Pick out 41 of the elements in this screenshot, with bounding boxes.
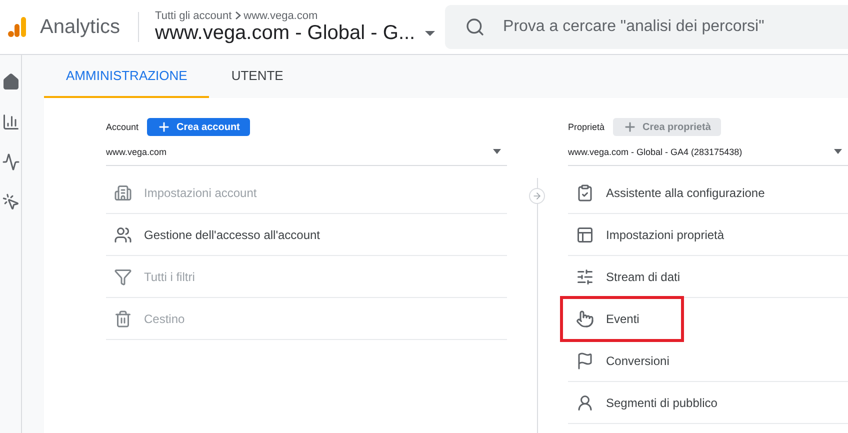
dropdown-arrow-icon	[493, 149, 501, 154]
app-name: Analytics	[40, 16, 120, 38]
plus-icon	[622, 120, 637, 134]
search-field[interactable]: Prova a cercare "analisi dei percorsi"	[501, 17, 822, 37]
dropdown-arrow-icon	[834, 149, 842, 154]
item-icon	[114, 268, 132, 286]
breadcrumb-link[interactable]: Tutti gli account	[155, 10, 232, 22]
chevron-right-icon	[234, 11, 241, 20]
trend-icon[interactable]	[2, 153, 20, 171]
item-icon	[576, 352, 594, 370]
item-icon	[576, 310, 594, 328]
column-label: Account	[106, 122, 139, 132]
item-icon	[576, 184, 594, 202]
menu-item[interactable]: Assistente alla configurazione	[568, 172, 848, 214]
item-icon	[114, 184, 132, 202]
property-title[interactable]: www.vega.com - Global - G...	[155, 22, 416, 44]
plus-icon	[156, 120, 171, 134]
column-label: Proprietà	[568, 122, 605, 132]
menu-item[interactable]: Conversioni	[568, 340, 848, 382]
menu-item[interactable]: Gestione dell'accesso all'account	[106, 214, 507, 256]
menu-item[interactable]: Impostazioni proprietà	[568, 214, 848, 256]
item-icon	[114, 310, 132, 328]
menu-item[interactable]: Stream di dati	[568, 256, 848, 298]
item-icon	[576, 268, 594, 286]
menu-item[interactable]: Segmenti di pubblico	[568, 382, 848, 424]
item-icon	[576, 226, 594, 244]
create-button[interactable]: Crea account	[146, 118, 250, 136]
dropdown-arrow-icon	[425, 30, 436, 36]
selector-dropdown[interactable]: www.vega.com	[106, 138, 507, 166]
tab[interactable]: UTENTE	[209, 55, 306, 98]
breadcrumb-link[interactable]: www.vega.com	[244, 10, 318, 22]
analytics-logo-icon	[8, 17, 26, 37]
cursor-click-icon[interactable]	[2, 193, 20, 211]
selector-dropdown[interactable]: www.vega.com - Global - GA4 (283175438)	[568, 138, 848, 166]
search-icon	[465, 17, 486, 37]
menu-item[interactable]: Eventi	[562, 298, 682, 340]
home-icon[interactable]	[2, 73, 20, 91]
bar-chart-icon[interactable]	[2, 113, 20, 131]
item-icon	[114, 226, 132, 244]
item-icon	[576, 394, 594, 412]
search-bar[interactable]: Prova a cercare "analisi dei percorsi"	[445, 5, 848, 49]
